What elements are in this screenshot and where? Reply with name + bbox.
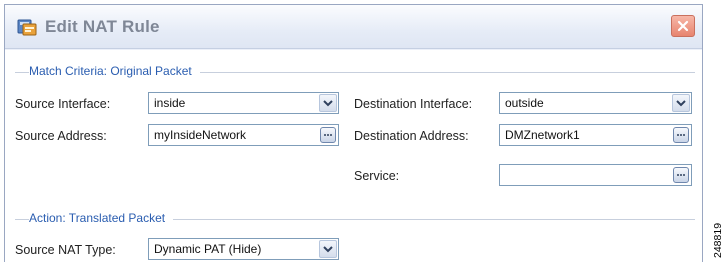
close-icon bbox=[677, 20, 689, 32]
destination-address-field[interactable]: DMZnetwork1 bbox=[499, 124, 692, 146]
title-bar: Edit NAT Rule bbox=[5, 5, 702, 49]
chevron-down-icon[interactable] bbox=[319, 94, 337, 112]
service-label: Service: bbox=[354, 169, 400, 183]
source-address-field[interactable]: myInsideNetwork bbox=[148, 124, 339, 146]
action-section: Action: Translated Packet bbox=[15, 211, 695, 227]
chevron-down-icon[interactable] bbox=[319, 240, 337, 258]
match-criteria-section: Match Criteria: Original Packet bbox=[15, 64, 695, 80]
browse-icon[interactable] bbox=[673, 167, 689, 183]
source-address-value: myInsideNetwork bbox=[154, 128, 247, 142]
browse-icon[interactable] bbox=[320, 127, 336, 143]
source-nat-type-value: Dynamic PAT (Hide) bbox=[154, 242, 262, 256]
destination-address-value: DMZnetwork1 bbox=[505, 128, 580, 142]
figure-number-text: 248819 bbox=[712, 223, 723, 258]
dialog-title: Edit NAT Rule bbox=[45, 17, 160, 36]
nat-rule-icon bbox=[17, 18, 37, 36]
source-nat-type-label: Source NAT Type: bbox=[15, 243, 116, 257]
service-field[interactable] bbox=[499, 164, 692, 186]
match-criteria-title: Match Criteria: Original Packet bbox=[29, 64, 200, 78]
edit-nat-rule-dialog: Edit NAT Rule Match Criteria: Original P… bbox=[4, 4, 703, 262]
figure-number: 248819 bbox=[711, 222, 724, 258]
source-interface-dropdown[interactable]: inside bbox=[148, 92, 339, 114]
source-address-label: Source Address: bbox=[15, 129, 107, 143]
destination-interface-label: Destination Interface: bbox=[354, 97, 473, 111]
destination-interface-dropdown[interactable]: outside bbox=[499, 92, 692, 114]
destination-address-label: Destination Address: bbox=[354, 129, 469, 143]
destination-interface-value: outside bbox=[505, 96, 544, 110]
source-interface-label: Source Interface: bbox=[15, 97, 111, 111]
close-button[interactable] bbox=[671, 15, 695, 37]
source-interface-value: inside bbox=[154, 96, 186, 110]
action-title: Action: Translated Packet bbox=[29, 211, 174, 225]
browse-icon[interactable] bbox=[673, 127, 689, 143]
dialog-body: Match Criteria: Original Packet Source I… bbox=[5, 50, 702, 262]
source-nat-type-dropdown[interactable]: Dynamic PAT (Hide) bbox=[148, 238, 339, 260]
chevron-down-icon[interactable] bbox=[672, 94, 690, 112]
